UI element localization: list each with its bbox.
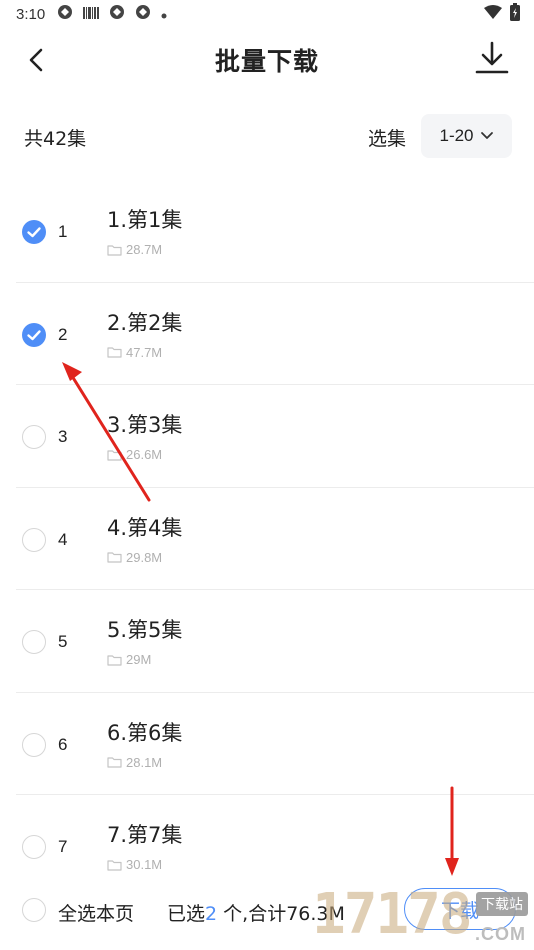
episode-size: 28.1M (107, 755, 162, 770)
check-icon (27, 227, 41, 238)
episode-title: 7.第7集 (107, 823, 183, 847)
episode-size-value: 47.7M (126, 344, 163, 360)
watermark-site: 下载站 (476, 892, 528, 916)
episode-checkbox-unchecked[interactable] (22, 527, 46, 552)
folder-icon (107, 757, 122, 768)
watermark-logo: 17178 下载站 .COM (312, 880, 534, 950)
summary-bar: 共42集 选集 1-20 (0, 112, 534, 162)
header: 批量下载 (0, 28, 534, 92)
episode-list: 1 1.第1集 28.7M 2 2.第2集 47.7M 3 3.第3集 26.6… (0, 180, 534, 898)
sync-icon (135, 4, 151, 24)
wifi-icon (484, 5, 502, 23)
episode-size-value: 26.6M (126, 447, 163, 462)
episode-index: 7 (58, 837, 68, 856)
sync-icon (109, 4, 125, 24)
episode-row[interactable]: 6 6.第6集 28.1M (0, 693, 534, 796)
select-all-checkbox[interactable] (22, 898, 46, 922)
page-title: 批量下载 (214, 47, 319, 76)
episode-index: 3 (58, 427, 68, 446)
folder-icon (107, 654, 122, 666)
folder-icon (107, 347, 122, 358)
episode-index: 4 (58, 529, 68, 549)
episode-size: 29.8M (107, 550, 162, 565)
select-all-label[interactable]: 全选本页 (58, 899, 134, 926)
status-icons-right (484, 3, 520, 25)
watermark-domain: .COM (475, 924, 526, 944)
episode-size-value: 30.1M (126, 857, 163, 872)
episode-checkbox-checked[interactable] (22, 220, 46, 244)
episode-checkbox-unchecked[interactable] (22, 630, 46, 654)
folder-icon (107, 449, 122, 461)
episode-title: 6.第6集 (107, 720, 183, 745)
total-episodes: 共42集 (24, 128, 87, 150)
folder-icon (107, 244, 122, 256)
folder-icon (107, 859, 122, 871)
episode-size-value: 28.1M (126, 754, 163, 770)
select-episodes-label: 选集 (368, 128, 407, 150)
episode-index: 5 (58, 632, 68, 651)
download-manager-button[interactable] (472, 38, 512, 78)
status-bar: 3:10 (0, 0, 534, 28)
episode-title: 1.第1集 (107, 208, 183, 232)
battery-icon (510, 3, 520, 25)
episode-checkbox-unchecked[interactable] (22, 425, 46, 449)
episode-row[interactable]: 1 1.第1集 28.7M (0, 180, 534, 283)
dot-icon (161, 5, 167, 23)
episode-size-value: 28.7M (126, 242, 163, 257)
episode-row[interactable]: 4 4.第4集 29.8M (0, 488, 534, 591)
episode-checkbox-checked[interactable] (22, 322, 46, 347)
range-value: 1-20 (439, 126, 474, 145)
episode-size: 30.1M (107, 857, 162, 872)
episode-index: 6 (58, 734, 68, 754)
episode-title: 2.第2集 (107, 310, 183, 335)
episode-size: 47.7M (107, 345, 162, 360)
episode-title: 3.第3集 (107, 413, 183, 437)
watermark-number: 17178 (312, 882, 473, 947)
episode-range-dropdown[interactable]: 1-20 (421, 114, 512, 158)
download-icon (475, 41, 509, 74)
episode-size-value: 29M (126, 652, 152, 667)
status-time: 3:10 (16, 5, 46, 23)
folder-icon (107, 552, 122, 563)
chevron-down-icon (480, 132, 493, 139)
episode-title: 4.第4集 (107, 515, 183, 540)
selected-prefix: 已选 (167, 903, 206, 925)
episode-index: 2 (58, 324, 68, 344)
episode-checkbox-unchecked[interactable] (22, 835, 46, 859)
episode-index: 1 (58, 222, 68, 241)
barcode-icon (83, 5, 100, 23)
episode-row[interactable]: 3 3.第3集 26.6M (0, 385, 534, 488)
episode-size: 26.6M (107, 447, 162, 462)
episode-size: 28.7M (107, 242, 162, 257)
selected-count: 2 (205, 903, 218, 925)
status-icons-left (57, 4, 167, 24)
episode-size-value: 29.8M (126, 549, 163, 565)
check-icon (27, 329, 41, 340)
episode-title: 5.第5集 (107, 618, 183, 642)
episode-row[interactable]: 5 5.第5集 29M (0, 590, 534, 693)
episode-row[interactable]: 2 2.第2集 47.7M (0, 283, 534, 386)
episode-checkbox-unchecked[interactable] (22, 732, 46, 757)
sync-icon (57, 4, 73, 24)
episode-size: 29M (107, 652, 151, 667)
